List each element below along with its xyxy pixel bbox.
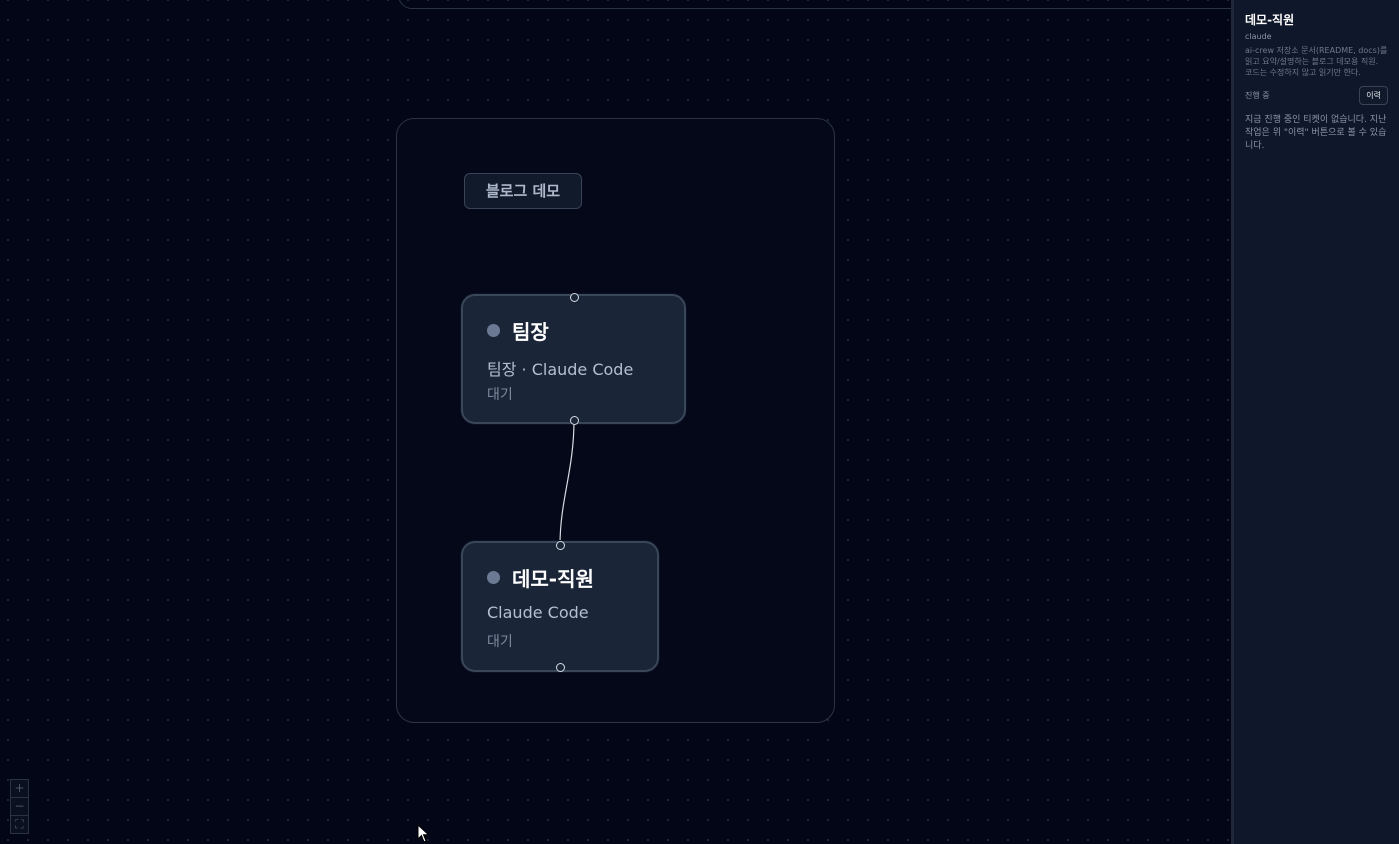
node-title: 데모-직원 (487, 563, 594, 592)
node-handle-bottom[interactable] (570, 416, 579, 425)
group-frame-top[interactable] (398, 0, 1231, 9)
node-handle-top[interactable] (570, 293, 579, 302)
node-subtitle: 팀장 · Claude Code (487, 360, 634, 379)
panel-title: 데모-직원 (1245, 13, 1295, 27)
status-dot-icon (487, 571, 500, 584)
arrow-cursor-icon (417, 824, 430, 843)
node-title-text: 데모-직원 (512, 567, 594, 591)
panel-status-label: 진행 중 (1245, 91, 1270, 100)
node-status: 대기 (487, 387, 513, 403)
node-title: 팀장 (487, 316, 549, 345)
zoom-controls: + − ⛶ (10, 779, 29, 834)
node-team-leader[interactable]: 팀장 팀장 · Claude Code 대기 (461, 294, 686, 424)
node-handle-top[interactable] (556, 541, 565, 550)
fit-view-button[interactable]: ⛶ (11, 816, 28, 833)
panel-status-row: 진행 중 이력 (1245, 86, 1388, 105)
node-handle-bottom[interactable] (556, 663, 565, 672)
zoom-out-button[interactable]: − (11, 798, 28, 816)
history-button[interactable]: 이력 (1359, 86, 1388, 105)
status-dot-icon (487, 324, 500, 337)
node-status: 대기 (487, 634, 513, 650)
node-subtitle: Claude Code (487, 603, 589, 622)
group-label[interactable]: 블로그 데모 (464, 173, 582, 209)
node-demo-staff[interactable]: 데모-직원 Claude Code 대기 (461, 541, 659, 672)
flow-canvas[interactable]: 블로그 데모 팀장 팀장 · Claude Code 대기 데모-직원 Clau… (0, 0, 1231, 844)
zoom-in-button[interactable]: + (11, 780, 28, 798)
detail-panel: 데모-직원 claude ai-crew 저장소 문서(README, docs… (1231, 0, 1399, 844)
panel-subtitle: claude (1245, 32, 1272, 41)
node-title-text: 팀장 (512, 320, 549, 344)
panel-description: ai-crew 저장소 문서(README, docs)를 읽고 요약/설명하는… (1245, 46, 1388, 77)
panel-empty-message: 지금 진행 중인 티켓이 없습니다. 지난 작업은 위 "이력" 버튼으로 볼 … (1245, 115, 1387, 151)
